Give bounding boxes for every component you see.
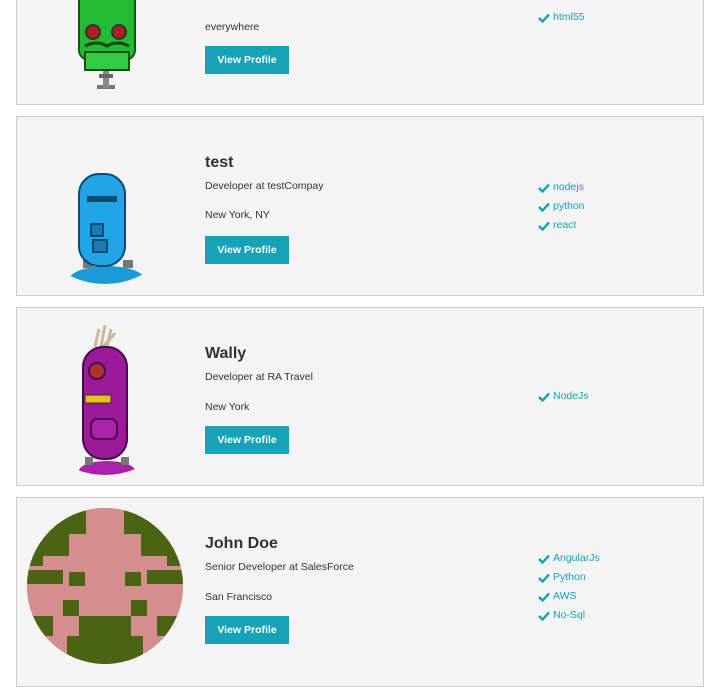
skill-item: AWS	[538, 587, 600, 606]
skill-item: NodeJs	[538, 387, 589, 406]
profile-location: San Francisco	[205, 591, 273, 603]
skill-label: html55	[553, 11, 585, 23]
profile-location: everywhere	[205, 21, 260, 33]
check-icon	[538, 392, 550, 402]
profile-location: New York	[205, 401, 250, 413]
skill-label: react	[553, 219, 577, 231]
view-profile-button[interactable]: View Profile	[205, 616, 289, 644]
skill-label: No-Sql	[553, 609, 586, 621]
skill-label: NodeJs	[553, 390, 589, 402]
skills-list: AngularJs Python AWS No-Sql	[538, 549, 600, 625]
purple-robot-avatar	[27, 319, 183, 475]
profile-location: New York, NY	[205, 209, 270, 221]
skill-label: AngularJs	[553, 552, 600, 564]
profile-card: test Developer at testCompay New York, N…	[16, 116, 704, 296]
view-profile-button[interactable]: View Profile	[205, 236, 289, 264]
check-icon	[538, 592, 550, 602]
skills-list: NodeJs	[538, 387, 589, 406]
skill-label: nodejs	[553, 181, 584, 193]
profile-status: Developer at RA Travel	[205, 371, 313, 383]
skill-label: python	[553, 200, 585, 212]
skill-item: Python	[538, 568, 600, 587]
skill-item: AngularJs	[538, 549, 600, 568]
profile-name: John Doe	[205, 535, 278, 552]
skill-label: AWS	[553, 590, 577, 602]
pixel-invader-avatar	[27, 508, 183, 664]
skill-item: python	[538, 197, 585, 216]
check-icon	[538, 13, 550, 23]
skill-item: react	[538, 216, 585, 235]
profile-card: John Doe Senior Developer at SalesForce …	[16, 497, 704, 687]
skills-list: html55	[538, 8, 585, 27]
check-icon	[538, 554, 550, 564]
check-icon	[538, 183, 550, 193]
profile-status: Senior Developer at SalesForce	[205, 561, 354, 573]
check-icon	[538, 202, 550, 212]
view-profile-button[interactable]: View Profile	[205, 46, 289, 74]
skill-item: nodejs	[538, 178, 585, 197]
profile-name: test	[205, 154, 234, 171]
skill-label: Python	[553, 571, 586, 583]
profile-card: everywhere View Profile html55	[16, 0, 704, 105]
skill-item: No-Sql	[538, 606, 600, 625]
profile-status: Developer at testCompay	[205, 180, 324, 192]
skill-item: html55	[538, 8, 585, 27]
profile-name: Wally	[205, 345, 247, 362]
green-robot-avatar	[27, 0, 183, 96]
skills-list: nodejs python react	[538, 178, 585, 235]
check-icon	[538, 573, 550, 583]
check-icon	[538, 611, 550, 621]
check-icon	[538, 221, 550, 231]
view-profile-button[interactable]: View Profile	[205, 426, 289, 454]
profile-card: Wally Developer at RA Travel New York Vi…	[16, 307, 704, 486]
blue-robot-avatar	[27, 128, 183, 284]
